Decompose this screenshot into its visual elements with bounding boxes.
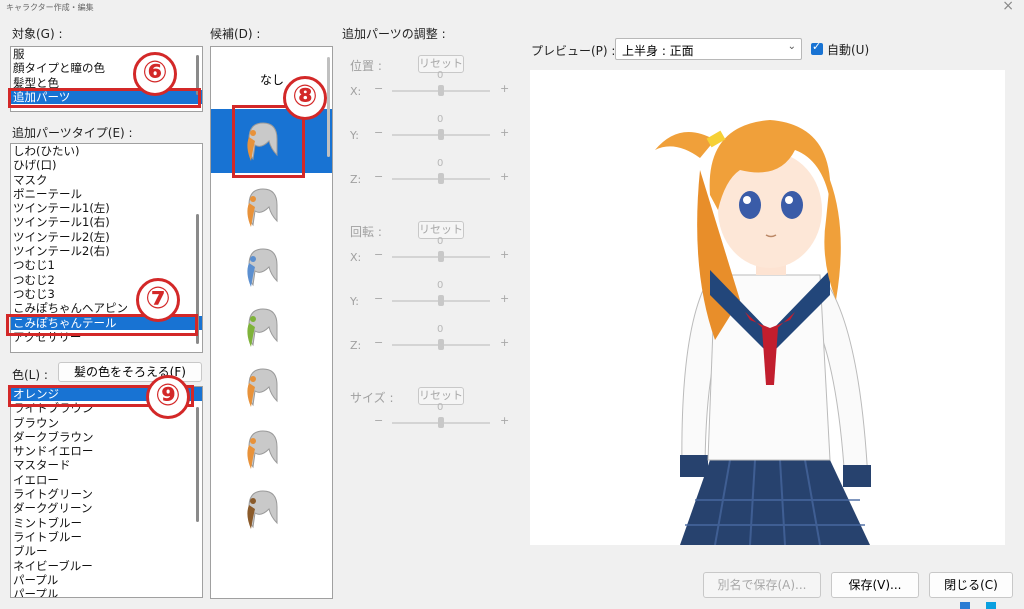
save-as-button[interactable]: 別名で保存(A)... (703, 572, 821, 598)
preview-label: プレビュー(P) : (531, 44, 616, 58)
annotation-badge-6: ⑥ (133, 52, 177, 96)
adjust-group-label: 回転 : (350, 225, 382, 239)
target-label: 対象(G) : (12, 27, 63, 41)
plus-button[interactable]: + (500, 336, 509, 349)
list-item[interactable]: しわ(ひたい) (11, 144, 202, 158)
list-item[interactable]: ライトグリーン (11, 487, 202, 501)
slider-thumb[interactable] (438, 295, 444, 306)
minus-button[interactable]: − (374, 170, 383, 183)
list-item[interactable]: パープル (11, 573, 202, 587)
axis-label: Z: (350, 173, 362, 186)
list-item[interactable]: ツインテール2(右) (11, 244, 202, 258)
minus-button[interactable]: − (374, 414, 383, 427)
list-item[interactable]: ツインテール2(左) (11, 230, 202, 244)
axis-label: Z: (350, 339, 362, 352)
preview-select[interactable]: 上半身 : 正面 ⌄ (615, 38, 802, 60)
part-type-label: 追加パーツタイプ(E) : (12, 126, 133, 140)
adjust-group-label: 位置 : (350, 59, 382, 73)
candidate-none[interactable]: なし (260, 71, 284, 88)
annotation-badge-8: ⑧ (283, 76, 327, 120)
minus-button[interactable]: − (374, 292, 383, 305)
plus-button[interactable]: + (500, 414, 509, 427)
adjust-group-label: サイズ : (350, 391, 394, 405)
list-item[interactable]: ひげ(口) (11, 158, 202, 172)
close-button[interactable]: 閉じる(C) (929, 572, 1013, 598)
auto-label: 自動(U) (827, 43, 870, 57)
list-item[interactable]: ツインテール1(左) (11, 201, 202, 215)
list-item[interactable]: マスタード (11, 458, 202, 472)
slider-thumb[interactable] (438, 129, 444, 140)
slider-value: 0 (437, 158, 444, 169)
close-icon[interactable]: × (1002, 0, 1014, 14)
plus-button[interactable]: + (500, 292, 509, 305)
slider-thumb[interactable] (438, 417, 444, 428)
slider-value: 0 (437, 402, 444, 413)
list-item[interactable]: ミントブルー (11, 516, 202, 530)
character-illustration (655, 120, 871, 545)
auto-checkbox[interactable]: ✓ (811, 40, 823, 55)
check-icon: ✓ (812, 40, 822, 53)
list-item[interactable]: ダークグリーン (11, 501, 202, 515)
plus-button[interactable]: + (500, 126, 509, 139)
list-scrollbar[interactable] (196, 407, 199, 522)
plus-button[interactable]: + (500, 170, 509, 183)
candidates-label: 候補(D) : (210, 27, 261, 41)
annotation-badge-7: ⑦ (136, 278, 180, 322)
minus-button[interactable]: − (374, 248, 383, 261)
annotation-badge-9: ⑨ (146, 375, 190, 419)
slider-value: 0 (437, 236, 444, 247)
hair-part-orange-icon[interactable] (241, 365, 283, 415)
slider-value: 0 (437, 114, 444, 125)
taskbar-icon[interactable] (986, 602, 996, 609)
hair-part-brown-icon[interactable] (241, 487, 283, 537)
hair-part-orange-icon[interactable] (241, 185, 283, 235)
hair-part-orange-icon[interactable] (241, 427, 283, 477)
color-label: 色(L) : (12, 368, 48, 382)
preview-select-value: 上半身 : 正面 (622, 44, 694, 58)
list-item[interactable]: サンドイエロー (11, 444, 202, 458)
annotation-box-6 (8, 88, 201, 108)
minus-button[interactable]: − (374, 126, 383, 139)
axis-label: X: (350, 85, 362, 98)
plus-button[interactable]: + (500, 248, 509, 261)
list-item[interactable]: ダークブラウン (11, 430, 202, 444)
hair-part-green-icon[interactable] (241, 305, 283, 355)
list-item[interactable]: ライトブルー (11, 530, 202, 544)
list-item[interactable]: ツインテール1(右) (11, 215, 202, 229)
slider-thumb[interactable] (438, 339, 444, 350)
minus-button[interactable]: − (374, 336, 383, 349)
slider-thumb[interactable] (438, 85, 444, 96)
list-item[interactable]: マスク (11, 173, 202, 187)
slider-thumb[interactable] (438, 251, 444, 262)
axis-label: X: (350, 251, 362, 264)
list-item[interactable]: つむじ1 (11, 258, 202, 272)
slider-value: 0 (437, 324, 444, 335)
save-button[interactable]: 保存(V)... (831, 572, 919, 598)
adjust-title: 追加パーツの調整 : (342, 27, 446, 41)
axis-label: Y: (350, 129, 359, 142)
character-preview[interactable] (530, 70, 1005, 545)
list-item[interactable]: ブルー (11, 544, 202, 558)
plus-button[interactable]: + (500, 82, 509, 95)
list-item[interactable]: ネイビーブルー (11, 559, 202, 573)
list-item[interactable]: パープル (11, 587, 202, 597)
hair-part-blue-icon[interactable] (241, 245, 283, 295)
taskbar-icon[interactable] (960, 602, 970, 609)
window-title: キャラクター作成・編集 (6, 3, 94, 12)
list-item[interactable]: ポニーテール (11, 187, 202, 201)
minus-button[interactable]: − (374, 82, 383, 95)
candidates-scrollbar[interactable] (327, 57, 330, 157)
slider-value: 0 (437, 70, 444, 81)
axis-label: Y: (350, 295, 359, 308)
chevron-down-icon: ⌄ (787, 41, 796, 52)
list-item[interactable]: 服 (11, 47, 202, 61)
slider-thumb[interactable] (438, 173, 444, 184)
list-item[interactable]: イエロー (11, 473, 202, 487)
slider-value: 0 (437, 280, 444, 291)
